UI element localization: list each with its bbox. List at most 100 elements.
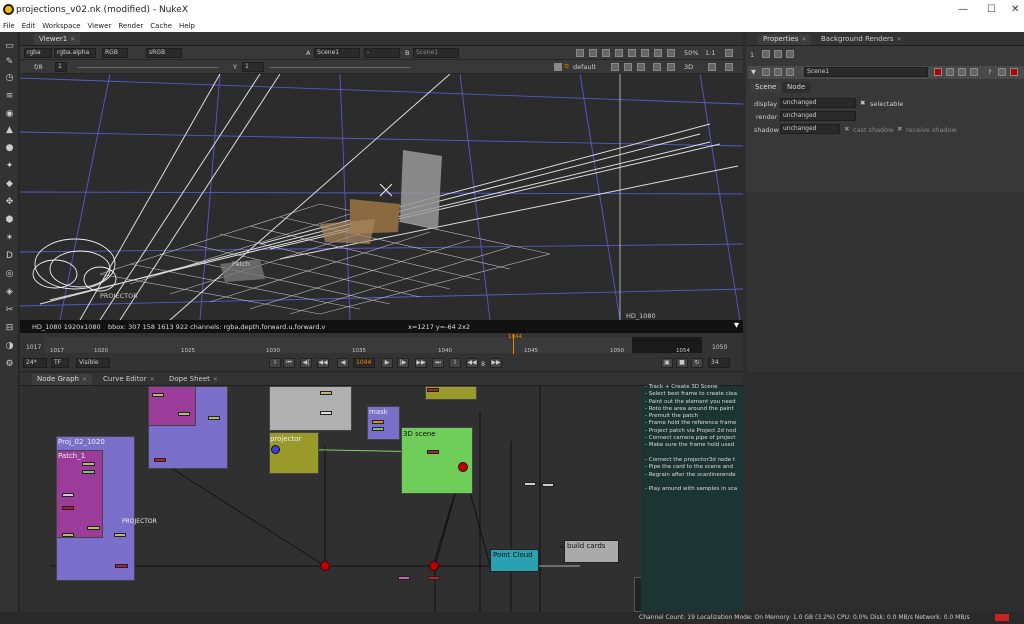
status-off-badge[interactable]	[995, 614, 1009, 621]
gain-slider[interactable]	[78, 67, 218, 68]
node-color-icon[interactable]	[762, 68, 770, 76]
color-tool-icon[interactable]: ◉	[3, 108, 16, 120]
fps-dropdown[interactable]: 24*	[23, 358, 47, 368]
channel-tool-icon[interactable]: ≡	[3, 90, 16, 102]
camera-dropdown[interactable]: default	[573, 63, 596, 71]
in-point-icon[interactable]: I	[269, 358, 281, 368]
close-tab-icon[interactable]: ✕	[82, 376, 87, 383]
3d-tool-icon[interactable]: ⬢	[3, 214, 16, 226]
node-graph-canvas[interactable]: Proj_02_1020 Patch_1 PROJECTOR projector…	[20, 386, 743, 612]
curve-icon[interactable]	[667, 63, 675, 71]
pin-icon[interactable]	[708, 63, 716, 71]
node-mini[interactable]	[82, 470, 95, 474]
particles-tool-icon[interactable]: ✶	[3, 232, 16, 244]
input-b-dropdown[interactable]: Scene1	[413, 48, 459, 58]
layers-tool-icon[interactable]: ◆	[3, 178, 16, 190]
first-frame-icon[interactable]: ⏮	[283, 358, 295, 368]
merge-node[interactable]	[320, 561, 330, 571]
menu-edit[interactable]: Edit	[22, 22, 36, 30]
gamma-slider[interactable]	[270, 67, 410, 68]
backdrop-grey[interactable]	[269, 386, 352, 431]
node-mini[interactable]	[154, 458, 166, 462]
menu-help[interactable]: Help	[179, 22, 195, 30]
flipbook-icon[interactable]: ▣	[661, 358, 673, 368]
tab-curve-editor[interactable]: Curve Editor ✕	[98, 374, 160, 385]
close-button[interactable]: ✕	[1011, 4, 1019, 15]
minimize-button[interactable]: —	[958, 4, 968, 15]
frame-icon[interactable]	[653, 63, 661, 71]
close-tab-icon[interactable]: ✕	[213, 376, 218, 383]
lock-icon[interactable]	[667, 49, 675, 57]
display-icon[interactable]	[554, 63, 562, 71]
build-cards-node[interactable]: build cards	[564, 540, 619, 563]
edit-icon[interactable]	[786, 50, 794, 58]
close-tab-icon[interactable]: ✕	[150, 376, 155, 383]
node-mini[interactable]	[372, 427, 384, 431]
clear-panels-icon[interactable]	[774, 50, 782, 58]
tab-dope-sheet[interactable]: Dope Sheet ✕	[164, 374, 223, 385]
viewer-3d-viewport[interactable]: PROJECTOR Patch HD_1080	[20, 74, 743, 320]
wipe-icon[interactable]	[628, 49, 636, 57]
subtab-scene[interactable]: Scene	[750, 82, 782, 93]
camera-icon[interactable]: ≡	[564, 62, 569, 70]
ofx-tool-icon[interactable]: ⚙	[3, 358, 16, 370]
node-view-icon[interactable]	[774, 68, 782, 76]
node-mini[interactable]	[82, 462, 95, 466]
menu-cache[interactable]: Cache	[150, 22, 172, 30]
lut-dropdown[interactable]: sRGB	[146, 48, 182, 58]
close-tab-icon[interactable]: ✕	[70, 36, 75, 43]
node-mini[interactable]	[114, 533, 126, 537]
shadow-dropdown[interactable]: unchanged	[780, 124, 840, 134]
pixel-ratio[interactable]: 1:1	[705, 49, 715, 57]
node-mini[interactable]	[62, 493, 74, 497]
timeline-track[interactable]	[44, 337, 632, 353]
view-mode-dropdown[interactable]: 3D	[684, 63, 693, 71]
tab-viewer1[interactable]: Viewer1 ✕	[34, 34, 81, 45]
render-dropdown[interactable]: unchanged	[780, 111, 856, 121]
node-mini[interactable]	[372, 420, 384, 424]
mask-overlay-icon[interactable]	[615, 49, 623, 57]
projector-node[interactable]	[271, 445, 280, 454]
node-name-field[interactable]: Scene1	[804, 67, 928, 77]
other-tool-icon[interactable]: ⊟	[3, 322, 16, 334]
timeline[interactable]: 1017 1017 1020 1025 1030 1035 1040 1045 …	[20, 333, 743, 355]
node-mini[interactable]	[320, 411, 332, 415]
lights-icon[interactable]	[611, 63, 619, 71]
node-mini[interactable]	[398, 576, 410, 580]
menu-render[interactable]: Render	[118, 22, 143, 30]
time-tool-icon[interactable]: ◷	[3, 72, 16, 84]
gain-field[interactable]: 1	[55, 62, 67, 72]
node-mini[interactable]	[208, 416, 220, 420]
visible-dropdown[interactable]: Visible	[76, 358, 110, 368]
revert-icon[interactable]	[958, 68, 966, 76]
transform-tool-icon[interactable]: ✥	[3, 196, 16, 208]
display-dropdown[interactable]: unchanged	[780, 98, 856, 108]
loop-icon[interactable]: ↻	[691, 358, 703, 368]
merge-node[interactable]	[458, 462, 468, 472]
draw-tool-icon[interactable]: ✎	[3, 56, 16, 68]
node-mini[interactable]	[427, 388, 439, 392]
max-panels-field[interactable]: 1	[750, 51, 754, 59]
zoom-level[interactable]: 50%	[684, 49, 698, 57]
alpha-channel-dropdown[interactable]: rgba.alpha	[54, 48, 96, 58]
close-tab-icon[interactable]: ✕	[897, 36, 902, 43]
help-icon[interactable]: ?	[988, 68, 991, 76]
out-point-icon[interactable]: I	[449, 358, 461, 368]
close-tab-icon[interactable]: ✕	[801, 36, 806, 43]
node-mini[interactable]	[320, 391, 332, 395]
maximize-button[interactable]: ☐	[987, 4, 996, 15]
input-a-dropdown[interactable]: Scene1	[314, 48, 360, 58]
step-back-icon[interactable]: ◀◀	[466, 358, 478, 368]
receive-shadow-checkbox[interactable]: ✖	[897, 125, 902, 133]
refresh-icon[interactable]	[641, 49, 649, 57]
metadata-tool-icon[interactable]: ◈	[3, 286, 16, 298]
menu-viewer[interactable]: Viewer	[88, 22, 112, 30]
next-frame-icon[interactable]: |▶	[397, 358, 409, 368]
point-cloud-node[interactable]: Point Cloud	[490, 549, 539, 572]
node-mini[interactable]	[178, 412, 190, 416]
tab-node-graph[interactable]: Node Graph ✕	[32, 374, 92, 385]
float-icon[interactable]	[970, 68, 978, 76]
tf-dropdown[interactable]: TF	[51, 358, 69, 368]
info-menu-icon[interactable]: ▼	[734, 321, 739, 329]
tab-background-renders[interactable]: Background Renders ✕	[816, 34, 907, 45]
